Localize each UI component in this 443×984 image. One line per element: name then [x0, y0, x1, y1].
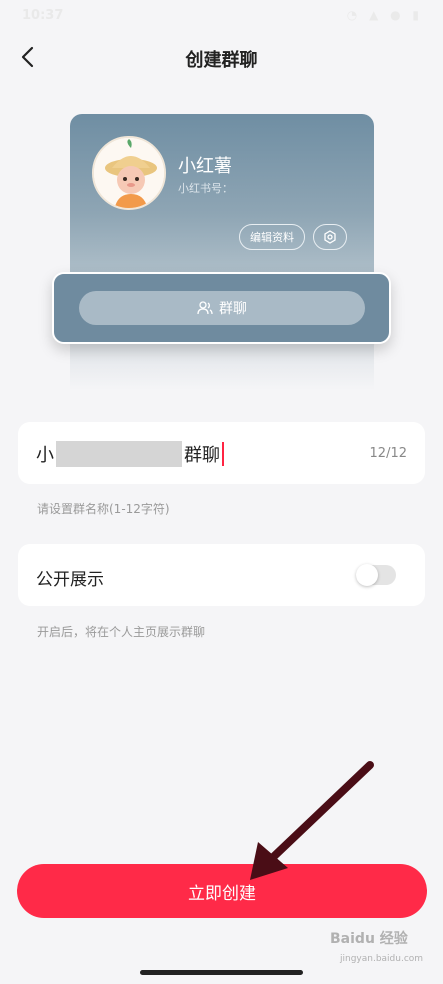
status-bar: 10:37 ◔ ▲ ● ▮	[0, 0, 443, 34]
group-chat-button: 群聊	[79, 291, 365, 325]
text-caret	[222, 442, 224, 466]
group-name-hint: 请设置群名称(1-12字符)	[37, 502, 170, 516]
watermark: Baidu 经验	[330, 931, 408, 947]
avatar	[92, 136, 166, 210]
status-time: 10:37	[22, 8, 64, 23]
public-display-hint: 开启后，将在个人主页展示群聊	[37, 625, 206, 639]
navigation-bar: 创建群聊	[0, 34, 443, 82]
create-button[interactable]: 立即创建	[17, 864, 427, 918]
group-name-input[interactable]: 小 群聊	[36, 441, 224, 467]
settings-button	[313, 224, 347, 250]
status-icons: ◔ ▲ ● ▮	[346, 8, 423, 22]
group-chat-label: 群聊	[219, 301, 247, 317]
profile-id-label: 小红书号：	[178, 182, 233, 195]
toggle-knob	[356, 564, 378, 586]
group-name-prefix: 小	[36, 445, 54, 466]
gear-icon	[324, 230, 336, 244]
char-count: 12/12	[369, 446, 407, 461]
public-display-toggle[interactable]	[356, 564, 396, 586]
profile-name: 小红薯	[178, 156, 232, 177]
home-indicator	[140, 970, 303, 975]
edit-profile-button: 编辑资料	[239, 224, 305, 250]
group-icon	[197, 301, 213, 315]
redacted-text	[56, 441, 182, 467]
group-name-suffix: 群聊	[184, 445, 220, 466]
page-title: 创建群聊	[185, 50, 258, 71]
watermark-url: jingyan.baidu.com	[340, 954, 424, 964]
public-display-label: 公开展示	[36, 570, 104, 590]
